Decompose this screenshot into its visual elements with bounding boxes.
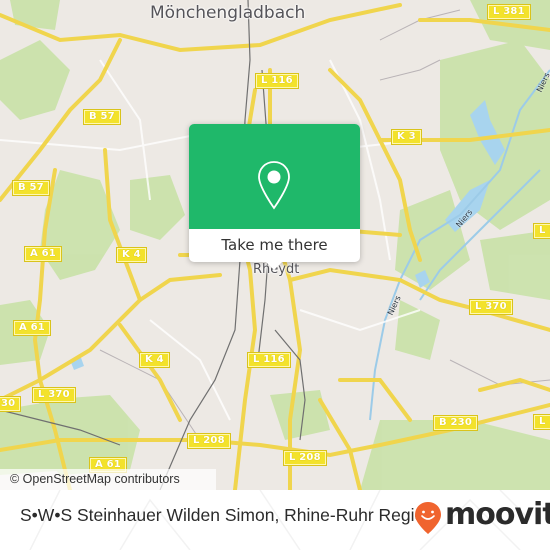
- moovit-brand-name: moovit: [445, 497, 550, 532]
- road-shield-l116-south: L 116: [247, 352, 291, 368]
- road-shield-partial: L 3: [532, 223, 550, 239]
- road-shield-l208: L 208: [283, 450, 327, 466]
- footer-bar: S•W•S Steinhauer Wilden Simon, Rhine-Ruh…: [0, 490, 550, 550]
- road-shield-l370: L 370: [469, 299, 513, 315]
- road-shield-k3: K 3: [391, 129, 422, 145]
- road-shield-b230: B 230: [433, 415, 478, 431]
- road-shield-a61: A 61: [13, 320, 51, 336]
- road-shield-l370: L 370: [32, 387, 76, 403]
- road-shield-b57: B 57: [12, 180, 50, 196]
- map-attribution[interactable]: © OpenStreetMap contributors: [0, 469, 216, 490]
- road-shield-b57: B 57: [83, 109, 121, 125]
- road-shield-a61: A 61: [24, 246, 62, 262]
- location-title: S•W•S Steinhauer Wilden Simon, Rhine-Ruh…: [20, 505, 434, 525]
- place-label-monchengladbach: Mönchengladbach: [150, 3, 306, 23]
- map-view[interactable]: Mönchengladbach Rheydt L 381 L 116 B 57 …: [0, 0, 550, 490]
- location-popup: Take me there: [189, 124, 360, 270]
- popup-header: [189, 124, 360, 229]
- road-shield-partial: 30: [0, 396, 22, 412]
- map-pin-icon: [258, 161, 290, 210]
- road-shield-partial: L: [533, 414, 550, 430]
- road-shield-l208: L 208: [187, 433, 231, 449]
- popup-pointer: [265, 261, 283, 270]
- road-shield-l381: L 381: [487, 4, 531, 20]
- road-shield-k4: K 4: [139, 352, 170, 368]
- moovit-logo-icon: [415, 502, 441, 534]
- road-shield-l116-north: L 116: [255, 73, 299, 89]
- road-shield-k4: K 4: [116, 247, 147, 263]
- take-me-there-button[interactable]: Take me there: [189, 229, 360, 262]
